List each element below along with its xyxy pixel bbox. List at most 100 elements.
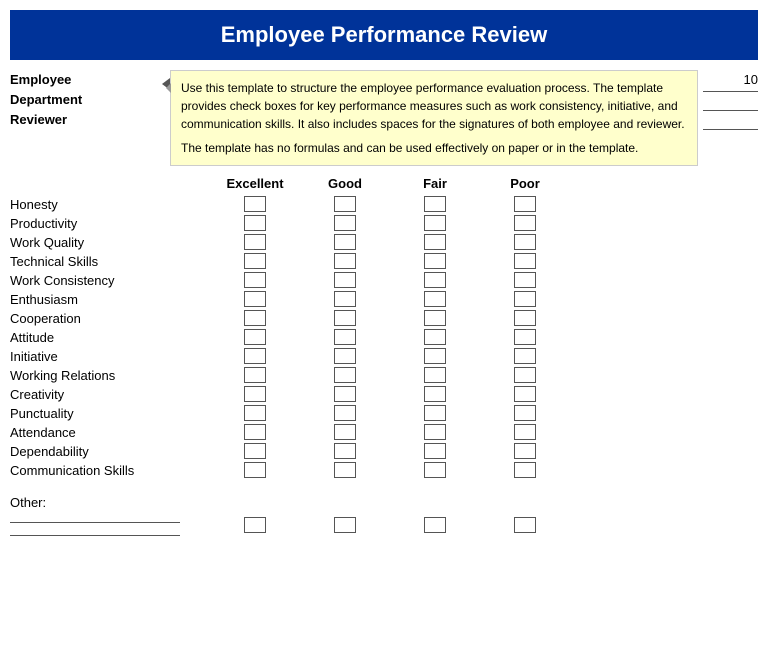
year-number: 10 — [744, 72, 758, 87]
table-row: Work Quality — [10, 233, 758, 251]
table-row: Honesty — [10, 195, 758, 213]
checkbox-fair[interactable] — [390, 271, 480, 289]
other-line-1[interactable] — [10, 522, 180, 523]
checkbox-poor[interactable] — [480, 347, 570, 365]
checkbox-excellent[interactable] — [210, 385, 300, 403]
checkbox-excellent[interactable] — [210, 195, 300, 213]
checkbox-fair[interactable] — [390, 461, 480, 479]
checkbox-fair[interactable] — [390, 290, 480, 308]
checkbox-poor[interactable] — [480, 328, 570, 346]
checkbox-good[interactable] — [300, 252, 390, 270]
field-line-1[interactable] — [703, 91, 758, 92]
checkbox-excellent[interactable] — [210, 290, 300, 308]
checkbox-good[interactable] — [300, 461, 390, 479]
checkbox-fair[interactable] — [390, 309, 480, 327]
checkbox-fair[interactable] — [390, 252, 480, 270]
checkbox-good[interactable] — [300, 442, 390, 460]
checkbox-excellent[interactable] — [210, 366, 300, 384]
checkbox-excellent[interactable] — [210, 233, 300, 251]
checkbox-excellent[interactable] — [210, 404, 300, 422]
table-row: Initiative — [10, 347, 758, 365]
table-row: Attitude — [10, 328, 758, 346]
checkbox-poor[interactable] — [480, 309, 570, 327]
checkbox-good[interactable] — [300, 366, 390, 384]
skill-name: Communication Skills — [10, 463, 210, 478]
table-row: Creativity — [10, 385, 758, 403]
ratings-section: Excellent Good Fair Poor Honesty Producti… — [10, 176, 758, 479]
checkbox-fair[interactable] — [390, 214, 480, 232]
checkbox-good[interactable] — [300, 214, 390, 232]
skill-name: Creativity — [10, 387, 210, 402]
checkbox-excellent[interactable] — [210, 347, 300, 365]
ratings-header: Excellent Good Fair Poor — [10, 176, 758, 191]
field-line-3[interactable] — [703, 129, 758, 130]
checkbox-fair[interactable] — [390, 366, 480, 384]
checkbox-good[interactable] — [300, 195, 390, 213]
checkbox-good[interactable] — [300, 309, 390, 327]
checkbox-excellent[interactable] — [210, 328, 300, 346]
skill-name: Initiative — [10, 349, 210, 364]
checkbox-good[interactable] — [300, 385, 390, 403]
checkbox-excellent[interactable] — [210, 214, 300, 232]
checkbox-excellent[interactable] — [210, 442, 300, 460]
table-row: Enthusiasm — [10, 290, 758, 308]
checkbox-poor[interactable] — [480, 385, 570, 403]
skill-name: Work Consistency — [10, 273, 210, 288]
checkbox-fair[interactable] — [390, 233, 480, 251]
good-header: Good — [300, 176, 390, 191]
checkbox-poor[interactable] — [480, 442, 570, 460]
checkbox-fair[interactable] — [390, 404, 480, 422]
skill-name: Technical Skills — [10, 254, 210, 269]
checkbox-poor[interactable] — [480, 290, 570, 308]
checkbox-excellent[interactable] — [210, 309, 300, 327]
excellent-header: Excellent — [210, 176, 300, 191]
skill-name: Work Quality — [10, 235, 210, 250]
checkbox-fair[interactable] — [390, 195, 480, 213]
checkbox-poor[interactable] — [480, 252, 570, 270]
checkbox-excellent[interactable] — [210, 271, 300, 289]
table-row: Productivity — [10, 214, 758, 232]
checkbox-good[interactable] — [300, 290, 390, 308]
other-label: Other: — [10, 495, 210, 510]
checkbox-good[interactable] — [300, 328, 390, 346]
checkbox-poor[interactable] — [480, 195, 570, 213]
checkbox-excellent[interactable] — [210, 461, 300, 479]
poor-header: Poor — [480, 176, 570, 191]
other-checkbox-good[interactable] — [300, 516, 390, 534]
checkbox-poor[interactable] — [480, 461, 570, 479]
checkbox-poor[interactable] — [480, 233, 570, 251]
checkbox-good[interactable] — [300, 404, 390, 422]
checkbox-excellent[interactable] — [210, 252, 300, 270]
skill-name: Enthusiasm — [10, 292, 210, 307]
table-row: Dependability — [10, 442, 758, 460]
checkbox-fair[interactable] — [390, 442, 480, 460]
skill-name: Attitude — [10, 330, 210, 345]
fair-header: Fair — [390, 176, 480, 191]
field-line-2[interactable] — [703, 110, 758, 111]
checkbox-fair[interactable] — [390, 328, 480, 346]
table-row: Communication Skills — [10, 461, 758, 479]
checkbox-excellent[interactable] — [210, 423, 300, 441]
skills-rows: Honesty Productivity Work Quality Technical… — [10, 195, 758, 479]
checkbox-fair[interactable] — [390, 385, 480, 403]
checkbox-fair[interactable] — [390, 423, 480, 441]
checkbox-poor[interactable] — [480, 404, 570, 422]
checkbox-poor[interactable] — [480, 214, 570, 232]
tooltip-para2: The template has no formulas and can be … — [181, 139, 687, 157]
table-row: Attendance — [10, 423, 758, 441]
checkbox-poor[interactable] — [480, 423, 570, 441]
table-row: Cooperation — [10, 309, 758, 327]
checkbox-fair[interactable] — [390, 347, 480, 365]
checkbox-poor[interactable] — [480, 366, 570, 384]
other-checkbox-excellent[interactable] — [210, 516, 300, 534]
checkbox-good[interactable] — [300, 233, 390, 251]
skill-name: Honesty — [10, 197, 210, 212]
checkbox-good[interactable] — [300, 423, 390, 441]
checkbox-good[interactable] — [300, 271, 390, 289]
skill-name: Dependability — [10, 444, 210, 459]
checkbox-good[interactable] — [300, 347, 390, 365]
other-checkbox-fair[interactable] — [390, 516, 480, 534]
other-line-2[interactable] — [10, 535, 180, 536]
checkbox-poor[interactable] — [480, 271, 570, 289]
other-checkbox-poor[interactable] — [480, 516, 570, 534]
